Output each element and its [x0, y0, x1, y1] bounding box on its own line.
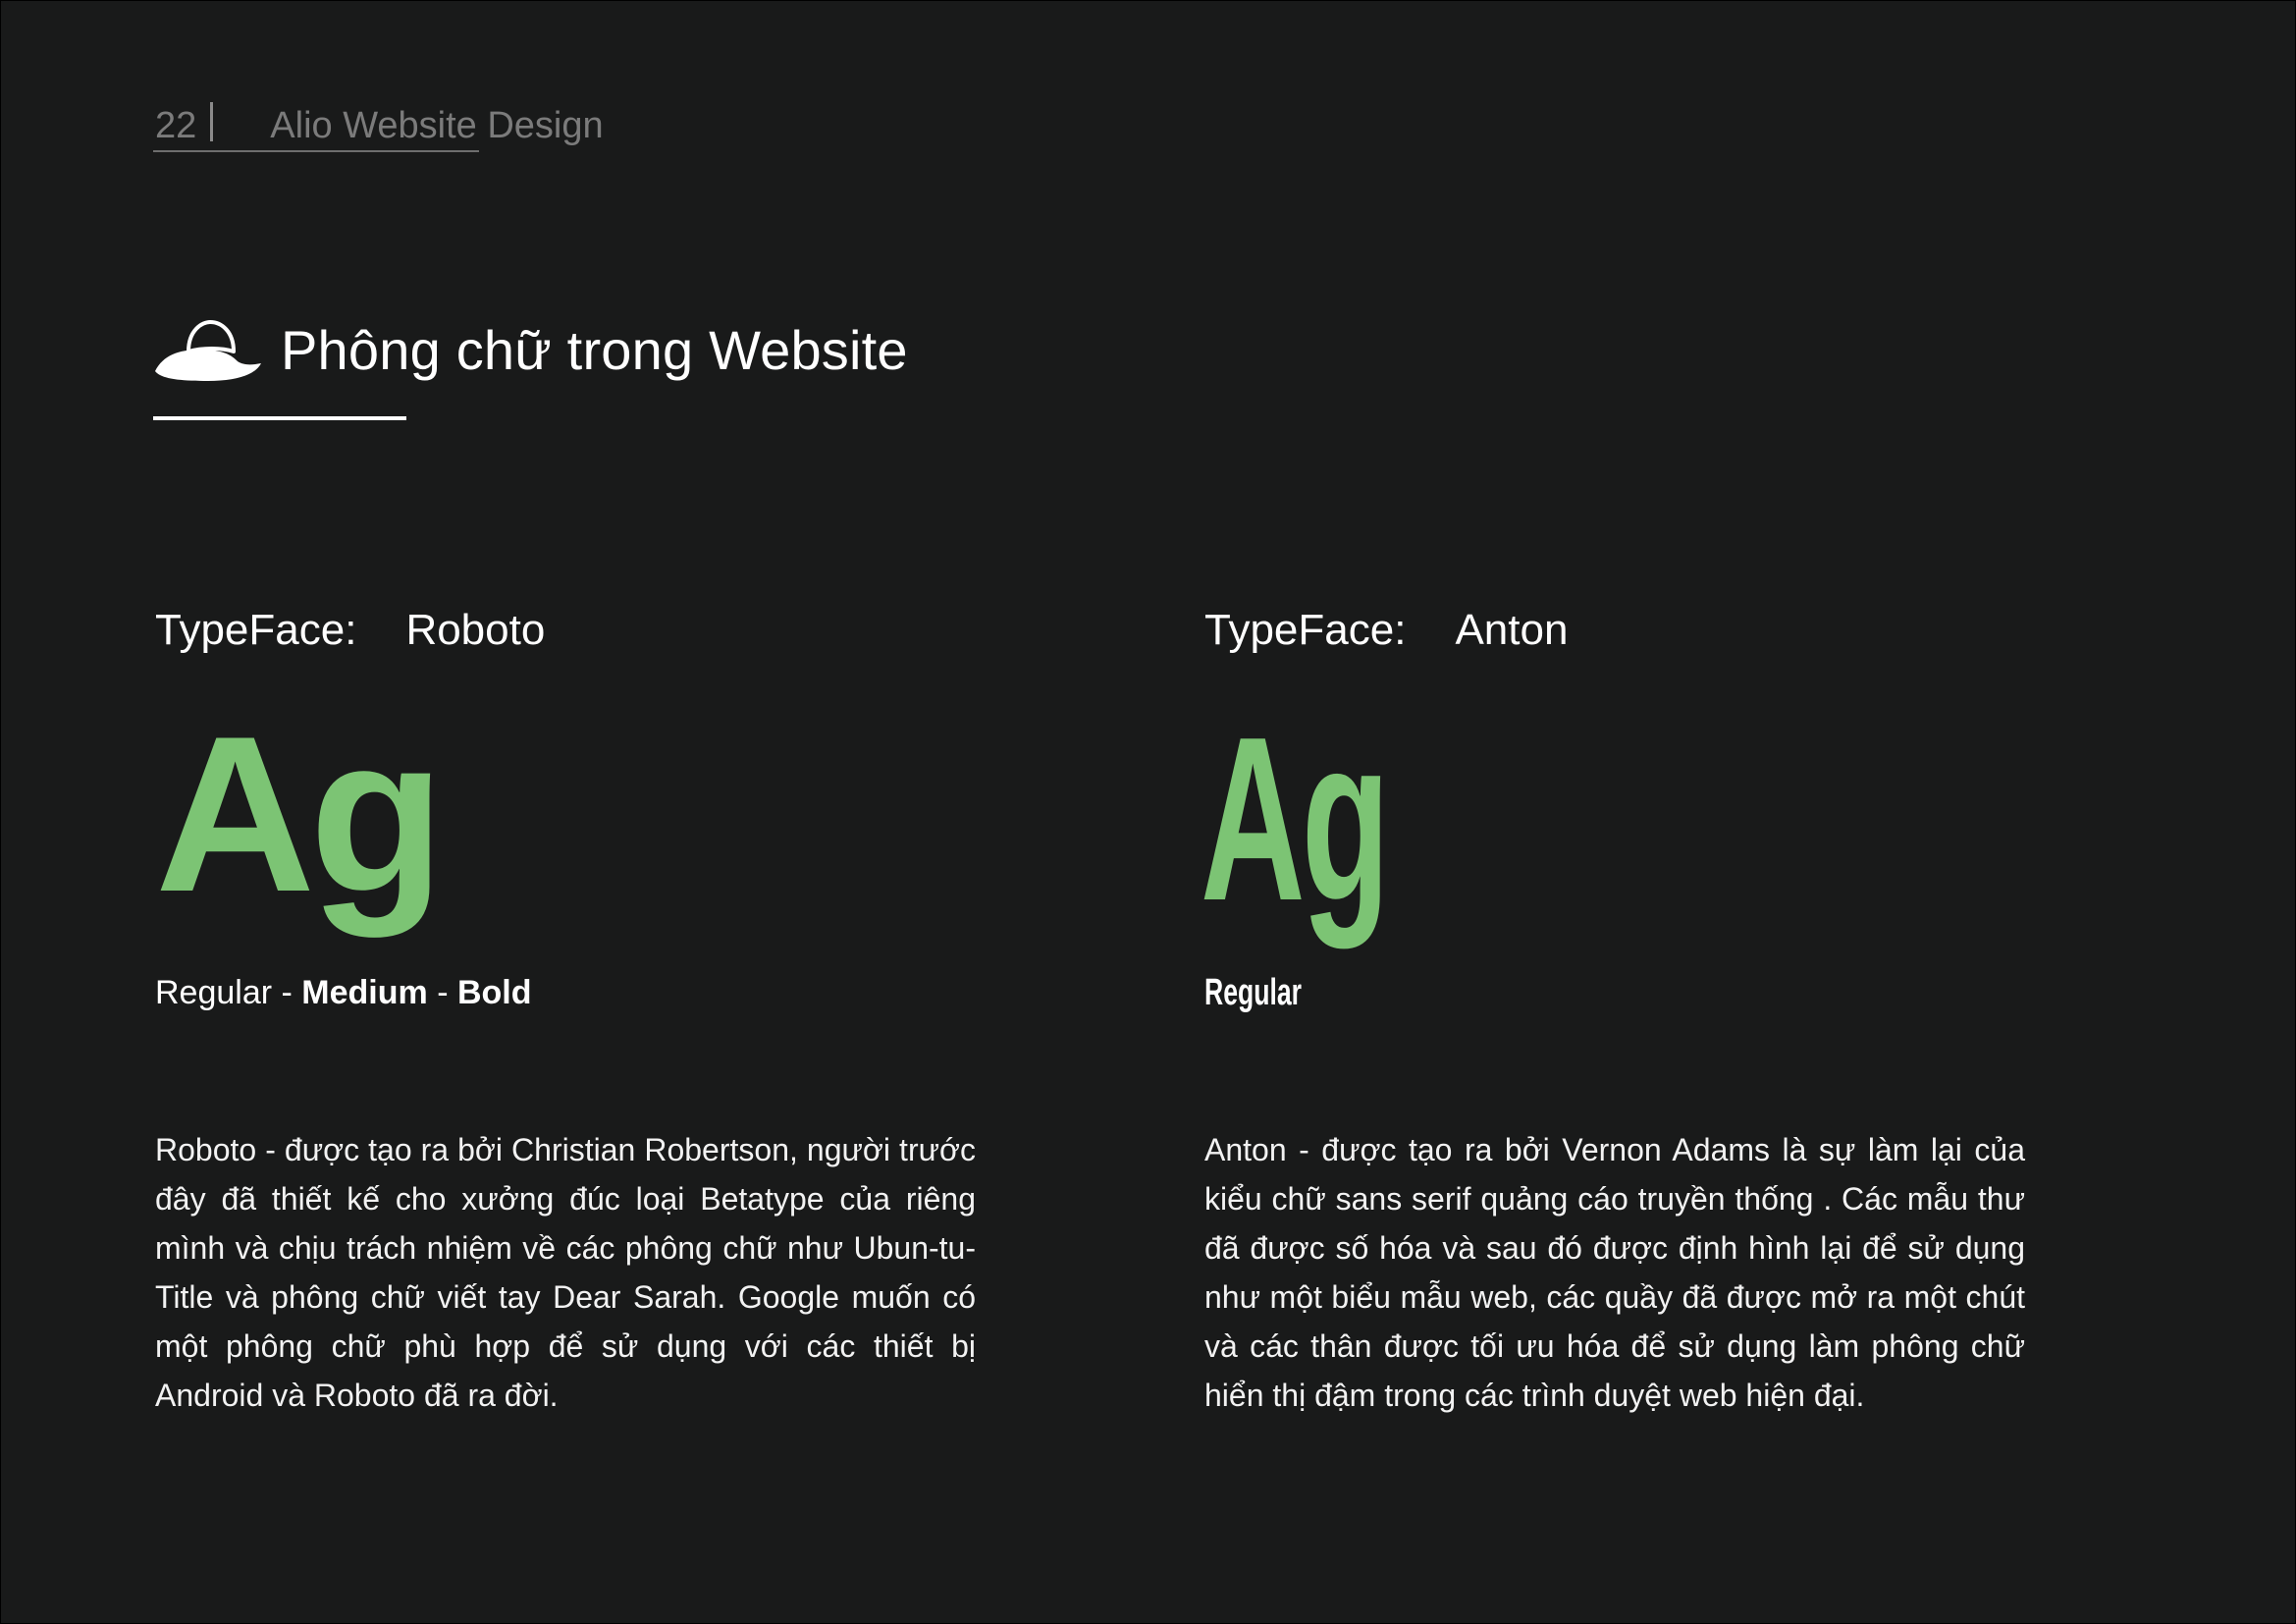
section-underline [153, 416, 406, 420]
weight-bold: Bold [456, 974, 532, 1011]
header-separator [210, 102, 214, 141]
weight-separator: - [272, 974, 302, 1011]
header-underline [153, 150, 479, 152]
page-header: 22 Alio Website Design [155, 98, 604, 153]
typeface-description: Anton - được tạo ra bởi Vernon Adams là … [1204, 1132, 2025, 1413]
typeface-label: TypeFace: [155, 606, 357, 654]
weight-regular: Regular [155, 974, 273, 1011]
typeface-heading: TypeFace: Anton [1204, 609, 2029, 658]
weight-medium: Medium [301, 974, 428, 1011]
font-weights: Regular - Medium - Bold [155, 976, 532, 1009]
typeface-label: TypeFace: [1204, 606, 1407, 654]
document-title: Alio Website Design [270, 105, 604, 146]
font-specimen: Ag [155, 689, 445, 938]
typeface-card-roboto: TypeFace: Roboto Ag Regular - Medium - B… [155, 609, 980, 1414]
section-title: Phông chữ trong Website [281, 319, 908, 381]
typeface-description: Roboto - được tạo ra bởi Christian Rober… [155, 1132, 976, 1413]
typeface-name: Anton [1455, 606, 1569, 654]
section-heading: Phông chữ trong Website [153, 316, 908, 385]
typeface-heading: TypeFace: Roboto [155, 609, 980, 658]
typeface-name: Roboto [405, 606, 546, 654]
page-number: 22 [155, 105, 197, 146]
font-specimen: Ag [1201, 689, 1390, 949]
typeface-card-anton: TypeFace: Anton Ag Regular Anton - được … [1201, 609, 2029, 1414]
weight-regular: Regular [1204, 972, 1303, 1013]
weight-separator: - [427, 974, 457, 1011]
hat-icon [155, 320, 261, 381]
